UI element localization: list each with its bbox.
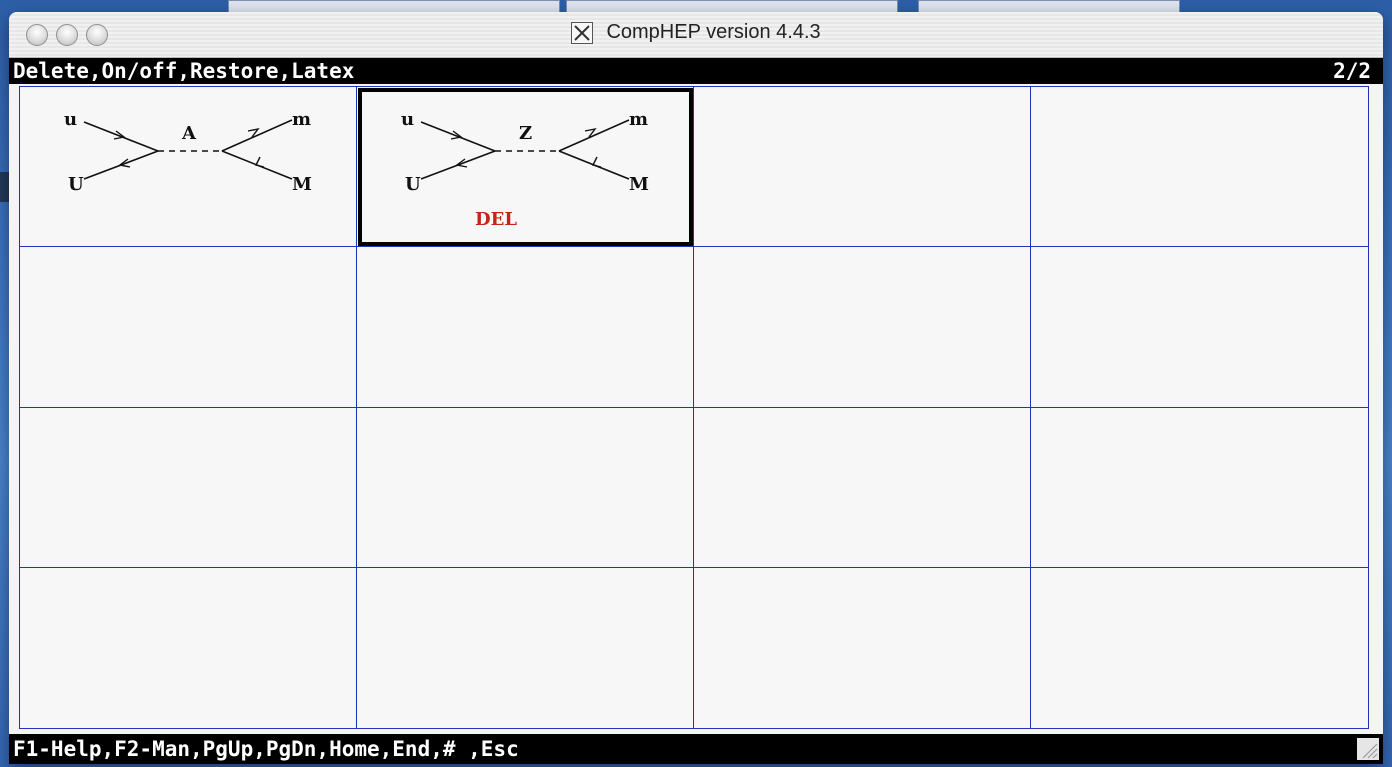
feynman-diagram: u U Z m M DEL	[401, 109, 649, 230]
page-indicator: 2/2	[1333, 59, 1371, 83]
diagram-cell[interactable]: u U A m M	[20, 87, 357, 248]
diagram-cell-empty[interactable]	[357, 407, 694, 568]
diagram-cell-empty[interactable]	[20, 247, 357, 408]
diagram-cell-empty[interactable]	[694, 87, 1031, 248]
diagram-cell-selected[interactable]: u U Z m M DEL	[357, 87, 694, 248]
propagator-label: A	[181, 123, 197, 144]
key-help-bar: F1-Help,F2-Man,PgUp,PgDn,Home,End,# ,Esc	[9, 734, 1383, 764]
title-bar[interactable]: CompHEP version 4.4.3	[9, 12, 1383, 58]
command-bar: Delete,On/off,Restore,Latex 2/2	[9, 58, 1383, 84]
outgoing-particle-top: m	[292, 109, 311, 130]
diagram-cell-empty[interactable]	[357, 567, 694, 728]
feynman-diagram: u U A m M	[64, 109, 312, 195]
command-menu[interactable]: Delete,On/off,Restore,Latex	[13, 58, 354, 84]
diagram-grid: u U A m M u U Z m M DEL	[19, 86, 1369, 729]
resize-grip-icon[interactable]	[1357, 738, 1379, 760]
incoming-particle-bottom: U	[68, 174, 84, 195]
diagram-cell-empty[interactable]	[357, 247, 694, 408]
diagram-cell-empty[interactable]	[20, 567, 357, 728]
diagram-cell-empty[interactable]	[694, 407, 1031, 568]
diagram-cell-empty[interactable]	[1031, 87, 1368, 248]
deleted-status-label: DEL	[475, 209, 517, 230]
comphep-window: CompHEP version 4.4.3 Delete,On/off,Rest…	[9, 12, 1383, 764]
diagram-cell-empty[interactable]	[20, 407, 357, 568]
diagram-cell-empty[interactable]	[694, 247, 1031, 408]
diagram-cell-empty[interactable]	[1031, 247, 1368, 408]
propagator-label: Z	[519, 123, 532, 144]
diagram-cell-empty[interactable]	[1031, 408, 1368, 568]
incoming-particle-top: u	[64, 109, 77, 130]
diagram-cell-empty[interactable]	[694, 567, 1031, 728]
incoming-particle-bottom: U	[405, 174, 421, 195]
diagram-cell-empty[interactable]	[1031, 568, 1368, 728]
outgoing-particle-bottom: M	[292, 174, 312, 195]
window-title: CompHEP version 4.4.3	[606, 21, 821, 43]
x11-icon	[571, 21, 594, 44]
key-help-text: F1-Help,F2-Man,PgUp,PgDn,Home,End,# ,Esc	[13, 737, 519, 761]
incoming-particle-top: u	[401, 109, 414, 130]
outgoing-particle-top: m	[629, 109, 648, 130]
outgoing-particle-bottom: M	[629, 174, 649, 195]
